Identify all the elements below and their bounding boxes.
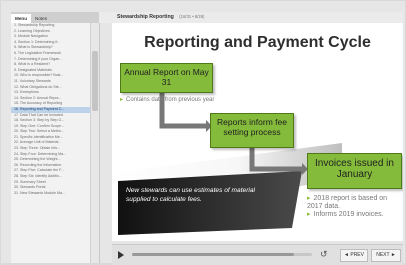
bullet-icon: ▸	[120, 97, 124, 103]
course-title-text: Stewardship Reporting	[117, 14, 174, 20]
tab-menu[interactable]: Menu	[11, 14, 31, 23]
invoices-issued-box: Invoices issued in January	[307, 153, 402, 189]
invoices-bullet-1: ▸ 2018 report is based on 2017 data.	[307, 195, 403, 211]
course-title: Stewardship Reporting (16/31 • 8/28)	[117, 14, 204, 20]
replay-icon[interactable]: ↺	[320, 249, 328, 260]
invoices-bullet-2-text: Informs 2019 invoices.	[313, 211, 384, 218]
slide-menu-list: 1. Stewardship Reporting 2. Learning Obje…	[11, 23, 91, 263]
slide-title: Reporting and Payment Cycle	[144, 34, 371, 51]
sidebar-tabs: Menu Notes	[11, 12, 99, 23]
sidebar: Menu Notes 1. Stewardship Reporting 2. Le…	[11, 12, 100, 263]
timeline-scrubber[interactable]	[132, 253, 312, 256]
invoices-bullets: ▸ 2018 report is based on 2017 data. ▸ Inf…	[307, 195, 403, 219]
slide-progress: (16/31 • 8/28)	[179, 14, 205, 19]
annual-report-bullet-text: Contains data from previous year	[126, 97, 215, 103]
new-stewards-note: New stewards can use estimates of materi…	[126, 187, 255, 203]
reports-inform-box: Reports inform fee setting process	[210, 113, 294, 148]
timeline-progress	[132, 253, 294, 256]
next-button[interactable]: NEXT ►	[371, 249, 401, 262]
scroll-thumb[interactable]	[92, 51, 98, 111]
prev-button[interactable]: ◄ PREV	[340, 249, 368, 262]
reports-inform-text: Reports inform fee setting process	[217, 117, 287, 137]
invoices-issued-text: Invoices issued in January	[315, 158, 394, 180]
playback-bar: ↺ ◄ PREV NEXT ►	[112, 244, 403, 265]
slide-canvas: Reporting and Payment Cycle Annual Repor…	[112, 23, 403, 241]
annual-report-text: Annual Report on May 31	[124, 67, 209, 87]
bullet-icon: ▸	[307, 211, 311, 218]
title-bar: Stewardship Reporting (16/31 • 8/28)	[99, 12, 403, 23]
annual-report-box: Annual Report on May 31	[120, 63, 213, 93]
bullet-icon: ▸	[307, 195, 311, 202]
tab-notes[interactable]: Notes	[31, 14, 51, 23]
invoices-bullet-1-text: 2018 report is based on 2017 data.	[307, 195, 388, 210]
menu-item[interactable]: 31. New Stewards Module Ma...	[11, 191, 91, 197]
annual-report-bullet: ▸ Contains data from previous year	[120, 97, 214, 104]
invoices-bullet-2: ▸ Informs 2019 invoices.	[307, 211, 403, 219]
play-icon[interactable]	[118, 251, 124, 259]
sidebar-scrollbar[interactable]	[90, 23, 99, 263]
player-window: Menu Notes 1. Stewardship Reporting 2. Le…	[1, 1, 405, 265]
